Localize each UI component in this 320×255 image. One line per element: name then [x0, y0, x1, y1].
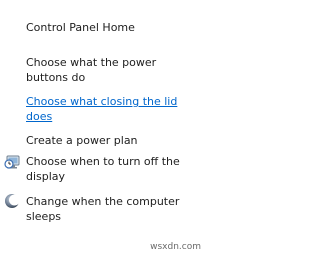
turn-off-display-link-line2[interactable]: display	[26, 169, 65, 185]
closing-lid-link-line2[interactable]: does	[26, 109, 52, 125]
computer-sleeps-link-line2[interactable]: sleeps	[26, 209, 61, 225]
power-buttons-link-line2[interactable]: buttons do	[26, 70, 85, 86]
monitor-clock-icon[interactable]	[4, 154, 20, 170]
control-panel-home-link[interactable]: Control Panel Home	[26, 20, 135, 36]
create-power-plan-link[interactable]: Create a power plan	[26, 133, 138, 149]
computer-sleeps-link-line1[interactable]: Change when the computer	[26, 194, 179, 210]
watermark: wsxdn.com	[150, 242, 201, 252]
moon-icon[interactable]	[4, 193, 20, 209]
turn-off-display-link-line1[interactable]: Choose when to turn off the	[26, 154, 180, 170]
power-buttons-link-line1[interactable]: Choose what the power	[26, 55, 156, 71]
power-options-task-pane: Control Panel Home Choose what the power…	[0, 0, 205, 255]
closing-lid-link-line1[interactable]: Choose what closing the lid	[26, 94, 177, 110]
